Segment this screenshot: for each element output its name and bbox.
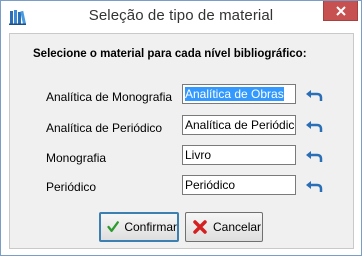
checkmark-icon [107, 221, 119, 233]
undo-arrow-icon[interactable] [305, 178, 323, 194]
input-value: Livro [185, 148, 212, 162]
periodico-input[interactable]: Periódico [182, 175, 296, 195]
dialog-body: Selecione o material para cada nível bib… [9, 33, 354, 249]
analitica-periodico-input[interactable]: Analítica de Periódico [182, 115, 296, 135]
confirm-label: Confirmar [124, 220, 177, 234]
input-value: Analítica de Obras [185, 87, 284, 101]
field-label-analitica-monografia: Analítica de Monografia [46, 90, 173, 104]
undo-arrow-icon[interactable] [305, 118, 323, 134]
field-label-monografia: Monografia [46, 151, 107, 165]
cancel-label: Cancelar [213, 220, 262, 234]
dialog-window: Seleção de tipo de material Selecione o … [0, 0, 362, 256]
close-icon [335, 5, 346, 16]
x-icon [193, 220, 207, 234]
cancel-button[interactable]: Cancelar [185, 212, 263, 242]
instruction-label: Selecione o material para cada nível bib… [33, 48, 307, 60]
close-button[interactable] [323, 1, 358, 21]
monografia-input[interactable]: Livro [182, 145, 296, 165]
title-bar[interactable]: Seleção de tipo de material [1, 1, 361, 33]
analitica-monografia-input[interactable]: Analítica de Obras [182, 84, 296, 104]
field-label-analitica-periodico: Analítica de Periódico [46, 121, 163, 135]
confirm-button[interactable]: Confirmar [99, 212, 179, 242]
window-title: Seleção de tipo de material [88, 7, 274, 24]
undo-arrow-icon[interactable] [305, 87, 323, 103]
field-label-periodico: Periódico [46, 180, 97, 194]
input-value: Periódico [185, 178, 236, 192]
input-value: Analítica de Periódico [185, 118, 296, 132]
undo-arrow-icon[interactable] [305, 148, 323, 164]
